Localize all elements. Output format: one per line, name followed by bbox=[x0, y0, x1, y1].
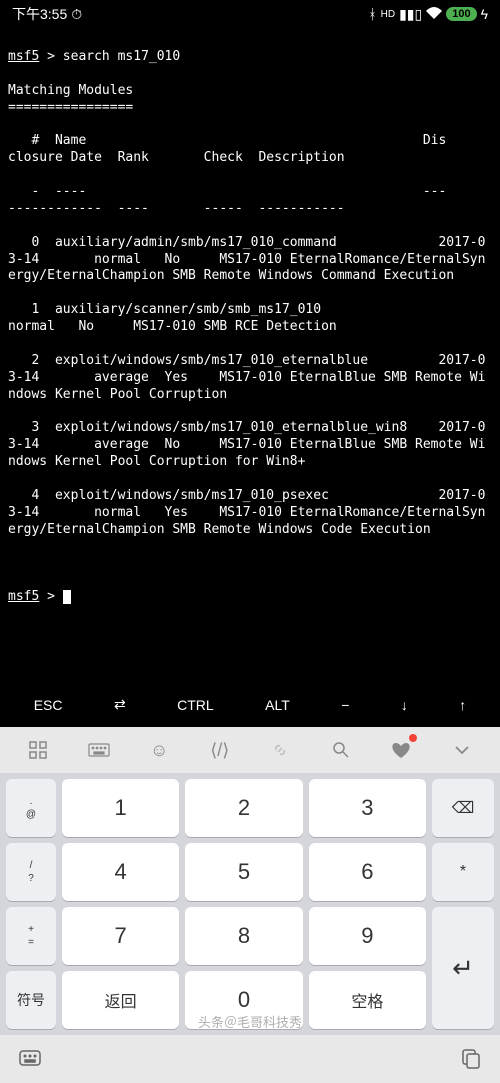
minus-key[interactable]: − bbox=[333, 693, 357, 717]
result-row-3: 3 exploit/windows/smb/ms17_010_eternalbl… bbox=[8, 420, 492, 471]
signal-icon: ▮▮▯ bbox=[399, 6, 422, 23]
key-6[interactable]: 6 bbox=[309, 843, 426, 901]
wifi-icon bbox=[426, 6, 442, 22]
alarm-icon: ⏱ bbox=[71, 6, 82, 23]
emoji-icon[interactable]: ☺ bbox=[147, 738, 171, 762]
space-key[interactable]: 空格 bbox=[309, 971, 426, 1029]
heading: Matching Modules bbox=[8, 83, 133, 98]
result-row-2: 2 exploit/windows/smb/ms17_010_eternalbl… bbox=[8, 353, 492, 404]
search-icon[interactable] bbox=[329, 738, 353, 762]
column-headers: # Name Dis closure Date Rank Check Descr… bbox=[8, 133, 492, 167]
keyboard-icon[interactable] bbox=[87, 738, 111, 762]
side-key-dot-at[interactable]: .@ bbox=[6, 779, 56, 837]
bluetooth-icon: ᚼ bbox=[368, 6, 376, 22]
key-4[interactable]: 4 bbox=[62, 843, 179, 901]
keypad: .@ 1 2 3 ⌫ /? 4 5 6 * += 7 8 9 ↵ 符号 返回 0… bbox=[0, 773, 500, 1035]
command: search ms17_010 bbox=[63, 49, 180, 64]
hd-icon: HD bbox=[381, 9, 395, 20]
link-icon[interactable] bbox=[268, 738, 292, 762]
notification-dot bbox=[409, 734, 417, 742]
arrow-up-key[interactable]: ↑ bbox=[451, 693, 474, 717]
key-9[interactable]: 9 bbox=[309, 907, 426, 965]
esc-key[interactable]: ESC bbox=[26, 693, 71, 717]
side-key-slash-qmark[interactable]: /? bbox=[6, 843, 56, 901]
key-5[interactable]: 5 bbox=[185, 843, 302, 901]
alt-key[interactable]: ALT bbox=[257, 693, 298, 717]
status-right: ᚼ HD ▮▮▯ 100 ϟ bbox=[368, 6, 488, 23]
result-row-4: 4 exploit/windows/smb/ms17_010_psexec 20… bbox=[8, 488, 492, 539]
code-icon[interactable]: ⟨/⟩ bbox=[208, 738, 232, 762]
ctrl-key[interactable]: CTRL bbox=[169, 693, 222, 717]
status-bar: 下午3:55 ⏱ ᚼ HD ▮▮▯ 100 ϟ bbox=[0, 0, 500, 28]
arrow-down-key[interactable]: ↓ bbox=[393, 693, 416, 717]
star-key[interactable]: * bbox=[432, 843, 494, 901]
watermark: 头条＠毛哥科技秀 bbox=[198, 1012, 302, 1031]
prompt: msf5 bbox=[8, 49, 39, 64]
battery-indicator: 100 bbox=[446, 7, 476, 21]
keyboard-bottom-bar bbox=[0, 1035, 500, 1083]
terminal-extra-keys: ESC ⇄ CTRL ALT − ↓ ↑ bbox=[0, 680, 500, 729]
enter-key[interactable]: ↵ bbox=[432, 907, 494, 1029]
cursor bbox=[63, 590, 71, 604]
clipboard-icon[interactable] bbox=[456, 1045, 484, 1073]
key-3[interactable]: 3 bbox=[309, 779, 426, 837]
key-7[interactable]: 7 bbox=[62, 907, 179, 965]
result-row-1: 1 auxiliary/scanner/smb/smb_ms17_010 nor… bbox=[8, 302, 492, 336]
clock: 下午3:55 bbox=[12, 4, 67, 24]
keyboard-switch-icon[interactable] bbox=[16, 1045, 44, 1073]
heart-icon[interactable] bbox=[389, 738, 413, 762]
return-key[interactable]: 返回 bbox=[62, 971, 179, 1029]
symbol-key[interactable]: 符号 bbox=[6, 971, 56, 1029]
status-left: 下午3:55 ⏱ bbox=[12, 4, 82, 24]
side-key-plus-eq[interactable]: += bbox=[6, 907, 56, 965]
key-8[interactable]: 8 bbox=[185, 907, 302, 965]
grid-icon[interactable] bbox=[26, 738, 50, 762]
charging-icon: ϟ bbox=[481, 6, 488, 22]
result-row-0: 0 auxiliary/admin/smb/ms17_010_command 2… bbox=[8, 235, 492, 286]
collapse-icon[interactable] bbox=[450, 738, 474, 762]
prompt-2: msf5 bbox=[8, 589, 39, 604]
tab-key[interactable]: ⇄ bbox=[106, 692, 134, 717]
backspace-key[interactable]: ⌫ bbox=[432, 779, 494, 837]
heading-underline: ================ bbox=[8, 100, 133, 115]
terminal-output[interactable]: msf5 > search ms17_010 Matching Modules … bbox=[0, 28, 500, 610]
keyboard-toolbar: ☺ ⟨/⟩ bbox=[0, 727, 500, 773]
key-2[interactable]: 2 bbox=[185, 779, 302, 837]
column-dashes: - ---- --- ------------ ---- ----- -----… bbox=[8, 184, 492, 218]
key-1[interactable]: 1 bbox=[62, 779, 179, 837]
